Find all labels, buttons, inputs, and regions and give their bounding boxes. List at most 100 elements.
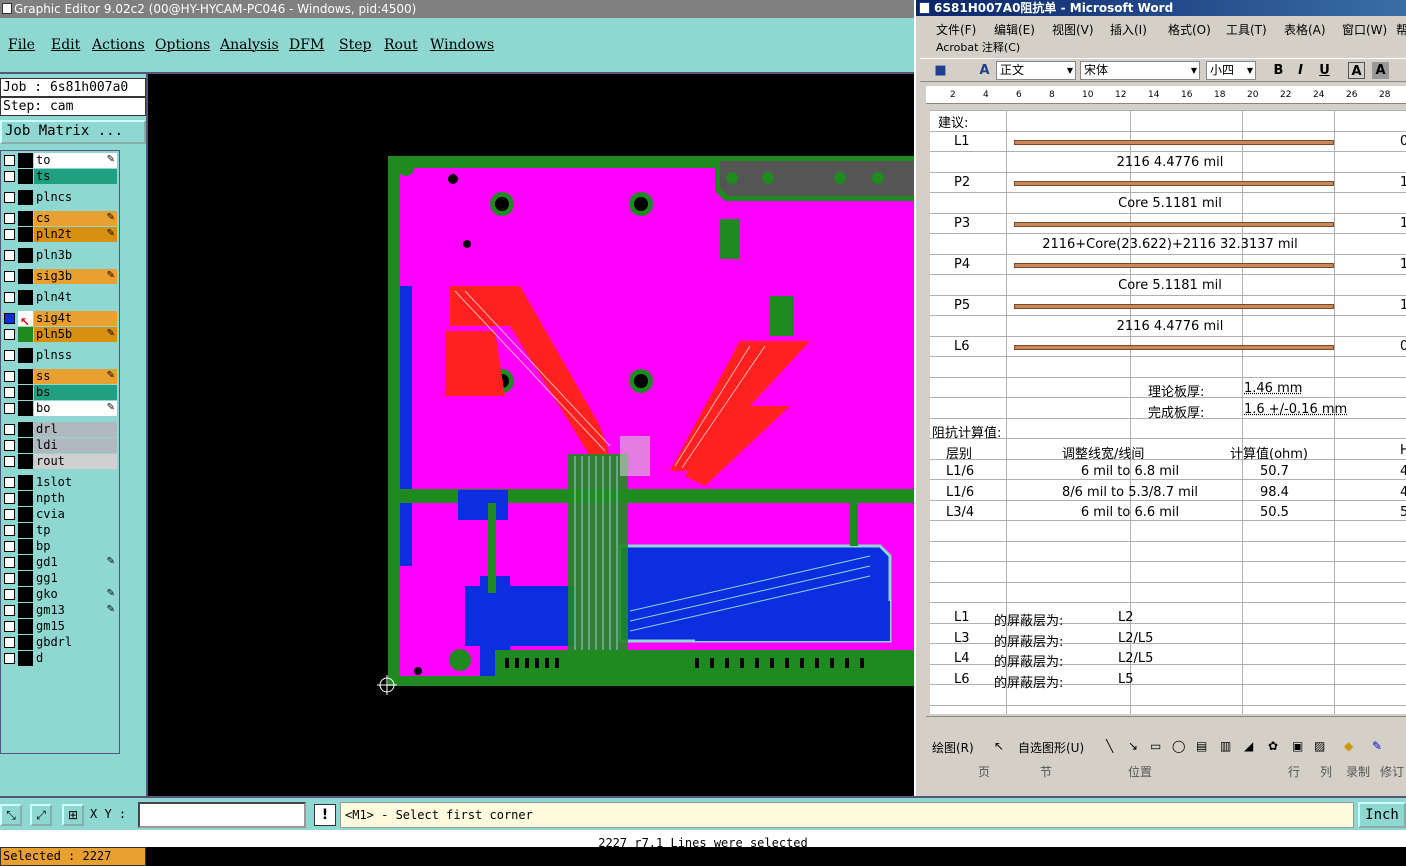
layer-row[interactable]: gbdrl (1, 635, 119, 650)
layer-color-swatch[interactable] (18, 539, 33, 554)
layer-row[interactable]: pln5b ✎ (1, 327, 119, 342)
layer-name[interactable]: pln3b (34, 248, 117, 263)
menu-edit[interactable]: Edit (51, 37, 80, 53)
arrow-icon[interactable]: ↘ (1128, 739, 1138, 753)
acrobat-comment-menu[interactable]: Acrobat 注释(C) (936, 39, 1020, 55)
zoom-area-icon[interactable]: ⤡ (0, 804, 22, 826)
layer-checkbox[interactable] (4, 605, 15, 616)
layer-checkbox[interactable] (4, 292, 15, 303)
layer-color-swatch[interactable] (18, 571, 33, 586)
style-select[interactable]: 正文 ▼ (996, 61, 1076, 80)
layer-name[interactable]: npth (34, 491, 117, 506)
layer-name[interactable]: pln5b (34, 327, 117, 342)
style-icon[interactable]: A (976, 62, 993, 79)
layer-row[interactable]: sig3b ✎ (1, 269, 119, 284)
layer-color-swatch[interactable] (18, 327, 33, 342)
layer-name[interactable]: plnss (34, 348, 117, 363)
zoom-select-icon[interactable]: ⤢ (30, 804, 52, 826)
menu-dfm[interactable]: DFM (289, 37, 324, 53)
layer-color-swatch[interactable] (18, 269, 33, 284)
layer-checkbox[interactable] (4, 213, 15, 224)
menu-actions[interactable]: Actions (92, 37, 145, 53)
layer-name[interactable]: pln2t (34, 227, 117, 242)
layer-name[interactable]: ts (34, 169, 117, 184)
layer-name[interactable]: bp (34, 539, 117, 554)
layer-checkbox[interactable] (4, 424, 15, 435)
layer-name[interactable]: cvia (34, 507, 117, 522)
layer-color-swatch[interactable] (18, 190, 33, 205)
char-border-icon[interactable]: A (1348, 62, 1365, 79)
wordart-icon[interactable]: ▥ (1220, 739, 1231, 753)
layer-checkbox[interactable] (4, 229, 15, 240)
document-page[interactable]: 建议: L1 0 2116 4.4776 mil P2 1 Core 5.1181 mil P… (930, 110, 1406, 714)
layer-color-swatch[interactable] (18, 211, 33, 226)
layer-name[interactable]: ldi (34, 438, 117, 453)
line-icon[interactable]: ╲ (1106, 739, 1113, 753)
layer-checkbox[interactable] (4, 557, 15, 568)
layer-checkbox[interactable] (4, 541, 15, 552)
menu-options[interactable]: Options (155, 37, 210, 53)
layer-name[interactable]: 1slot (34, 475, 117, 490)
wmenu-window[interactable]: 窗口(W) (1342, 21, 1387, 38)
layer-name[interactable]: d (34, 651, 117, 666)
layer-checkbox[interactable] (4, 440, 15, 451)
layer-name[interactable]: gbdrl (34, 635, 117, 650)
layer-row[interactable]: tp (1, 523, 119, 538)
layer-checkbox[interactable] (4, 573, 15, 584)
layer-row[interactable]: ↖ sig4t (1, 311, 119, 329)
layer-checkbox[interactable] (4, 155, 15, 166)
layer-checkbox[interactable] (4, 456, 15, 467)
oval-icon[interactable]: ◯ (1172, 739, 1185, 753)
layer-checkbox[interactable] (4, 313, 15, 324)
wmenu-edit[interactable]: 编辑(E) (994, 21, 1035, 38)
layer-color-swatch[interactable] (18, 438, 33, 453)
layer-checkbox[interactable] (4, 509, 15, 520)
layer-color-swatch[interactable] (18, 385, 33, 400)
rectangle-icon[interactable]: ▭ (1150, 739, 1161, 753)
horizontal-scrollbar[interactable] (926, 716, 1406, 730)
layer-name[interactable]: drl (34, 422, 117, 437)
layer-row[interactable]: d (1, 651, 119, 666)
layer-color-swatch[interactable] (18, 491, 33, 506)
layer-row[interactable]: drl (1, 422, 119, 437)
layer-row[interactable]: gko ✎ (1, 587, 119, 602)
menu-file[interactable]: File (8, 37, 35, 53)
layer-name[interactable]: gd1 (34, 555, 117, 570)
wmenu-table[interactable]: 表格(A) (1284, 21, 1326, 38)
layer-name[interactable]: gko (34, 587, 117, 602)
layer-checkbox[interactable] (4, 637, 15, 648)
layer-color-swatch[interactable] (18, 619, 33, 634)
layer-name[interactable]: bs (34, 385, 117, 400)
menu-analysis[interactable]: Analysis (220, 37, 279, 53)
layer-color-swatch[interactable] (18, 475, 33, 490)
layer-name[interactable]: ss (34, 369, 117, 384)
layer-checkbox[interactable] (4, 387, 15, 398)
layer-checkbox[interactable] (4, 350, 15, 361)
layer-color-swatch[interactable] (18, 507, 33, 522)
layer-color-swatch[interactable]: ↖ (18, 311, 33, 329)
layer-checkbox[interactable] (4, 653, 15, 664)
fill-color-icon[interactable]: ◆ (1344, 739, 1353, 753)
layer-row[interactable]: rout (1, 454, 119, 469)
layer-checkbox[interactable] (4, 621, 15, 632)
clipart-icon[interactable]: ▣ (1292, 739, 1303, 753)
layer-row[interactable]: 1slot (1, 475, 119, 490)
layer-name[interactable]: gg1 (34, 571, 117, 586)
units-button[interactable]: Inch (1358, 802, 1406, 828)
layer-checkbox[interactable] (4, 250, 15, 261)
xy-input[interactable] (138, 802, 306, 828)
alert-icon[interactable]: ! (314, 804, 336, 826)
grid-icon[interactable]: ⊞ (62, 804, 84, 826)
layer-row[interactable]: pln2t ✎ (1, 227, 119, 242)
layer-color-swatch[interactable] (18, 651, 33, 666)
autoshape-menu[interactable]: 自选图形(U) (1018, 739, 1084, 756)
layer-row[interactable]: ss ✎ (1, 369, 119, 384)
diagram-icon[interactable]: ✿ (1268, 739, 1278, 753)
layer-name[interactable]: bo (34, 401, 117, 416)
layer-row[interactable]: ldi (1, 438, 119, 453)
layer-color-swatch[interactable] (18, 227, 33, 242)
layer-row[interactable]: bs (1, 385, 119, 400)
char-shading-icon[interactable]: A (1372, 62, 1389, 79)
layer-color-swatch[interactable] (18, 290, 33, 305)
layer-checkbox[interactable] (4, 403, 15, 414)
